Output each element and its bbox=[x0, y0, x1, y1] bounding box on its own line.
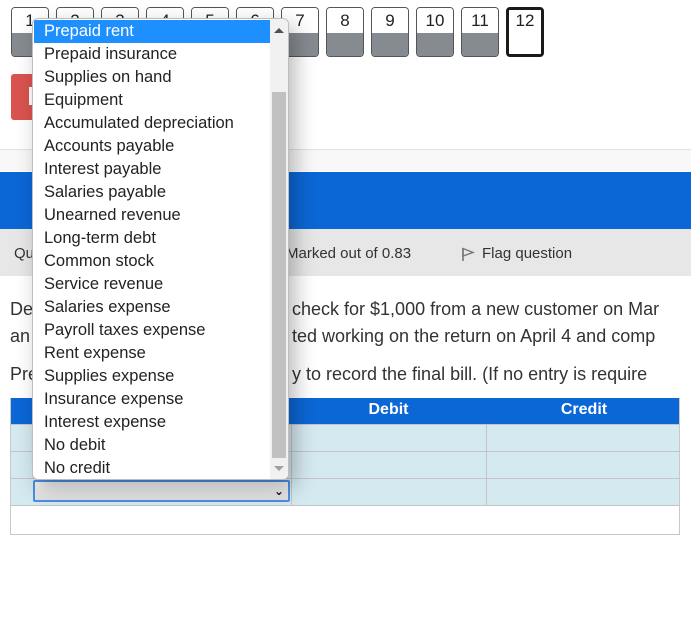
question-nav-button[interactable]: 11 bbox=[461, 7, 499, 57]
question-nav-button[interactable]: 10 bbox=[416, 7, 454, 57]
question-number: 9 bbox=[372, 8, 408, 33]
debit-cell[interactable] bbox=[291, 479, 486, 505]
account-cell: ⌄ bbox=[11, 479, 291, 505]
credit-cell[interactable] bbox=[486, 452, 681, 478]
question-text-fragment: an bbox=[10, 326, 31, 346]
dropdown-option[interactable]: Common stock bbox=[34, 250, 270, 273]
scrollbar-thumb[interactable] bbox=[272, 92, 286, 458]
question-nav-button[interactable]: 9 bbox=[371, 7, 409, 57]
dropdown-option[interactable]: Unearned revenue bbox=[34, 204, 270, 227]
dropdown-option[interactable]: Supplies expense bbox=[34, 365, 270, 388]
dropdown-option[interactable]: Prepaid rent bbox=[34, 20, 270, 43]
table-footer bbox=[11, 505, 679, 534]
dropdown-option[interactable]: Interest expense bbox=[34, 411, 270, 434]
question-text-fragment: check for $1,000 from a new customer on … bbox=[292, 299, 660, 319]
dropdown-option[interactable]: Insurance expense bbox=[34, 388, 270, 411]
dropdown-option[interactable]: Equipment bbox=[34, 89, 270, 112]
answered-indicator bbox=[327, 33, 363, 56]
dropdown-option[interactable]: Service revenue bbox=[34, 273, 270, 296]
question-number: 8 bbox=[327, 8, 363, 33]
marked-out-of: Marked out of 0.83 bbox=[286, 245, 412, 262]
debit-cell[interactable] bbox=[291, 452, 486, 478]
dropdown-option[interactable]: Accumulated depreciation bbox=[34, 112, 270, 135]
question-label: Qu bbox=[14, 245, 35, 262]
dropdown-option[interactable]: Salaries payable bbox=[34, 181, 270, 204]
answered-indicator bbox=[372, 33, 408, 56]
answered-indicator bbox=[509, 32, 541, 54]
question-text-fragment: y to record the final bill. (If no entry… bbox=[292, 364, 648, 384]
question-text-fragment: ted working on the return on April 4 and… bbox=[292, 326, 656, 346]
question-text-fragment: De bbox=[10, 299, 34, 319]
scroll-down-arrow-icon[interactable] bbox=[274, 466, 284, 471]
dropdown-option[interactable]: No debit bbox=[34, 434, 270, 457]
dropdown-option[interactable]: Supplies on hand bbox=[34, 66, 270, 89]
question-text-line-2: an ted working on the return on April 4 … bbox=[10, 326, 655, 347]
question-nav-button[interactable]: 12 bbox=[506, 7, 544, 57]
question-number: 12 bbox=[509, 10, 541, 32]
dropdown-option[interactable]: Prepaid insurance bbox=[34, 43, 270, 66]
account-dropdown-list[interactable]: Prepaid rent Prepaid insurance Supplies on… bbox=[32, 18, 289, 480]
credit-cell[interactable] bbox=[486, 425, 681, 451]
dropdown-option[interactable]: Rent expense bbox=[34, 342, 270, 365]
question-number: 11 bbox=[462, 8, 498, 33]
account-select[interactable]: ⌄ bbox=[33, 480, 290, 502]
answered-indicator bbox=[462, 33, 498, 56]
question-nav-button[interactable]: 8 bbox=[326, 7, 364, 57]
dropdown-option[interactable]: Salaries expense bbox=[34, 296, 270, 319]
dropdown-option[interactable]: No credit bbox=[34, 457, 270, 479]
dropdown-scrollbar[interactable] bbox=[270, 19, 288, 479]
credit-cell[interactable] bbox=[486, 479, 681, 505]
dropdown-options: Prepaid rent Prepaid insurance Supplies on… bbox=[34, 20, 270, 479]
flag-icon bbox=[462, 246, 475, 261]
debit-cell[interactable] bbox=[291, 425, 486, 451]
question-text-line-1: De check for $1,000 from a new customer … bbox=[10, 299, 659, 320]
scroll-up-arrow-icon[interactable] bbox=[274, 28, 284, 33]
dropdown-option[interactable]: Payroll taxes expense bbox=[34, 319, 270, 342]
debit-header: Debit bbox=[368, 401, 409, 418]
table-row: ⌄ bbox=[11, 478, 679, 505]
answered-indicator bbox=[417, 33, 453, 56]
dropdown-option[interactable]: Interest payable bbox=[34, 158, 270, 181]
credit-header: Credit bbox=[560, 401, 608, 418]
chevron-down-icon: ⌄ bbox=[273, 484, 284, 498]
question-number: 10 bbox=[417, 8, 453, 33]
flag-question-label: Flag question bbox=[482, 245, 573, 262]
dropdown-option[interactable]: Accounts payable bbox=[34, 135, 270, 158]
flag-question-button[interactable]: Flag question bbox=[460, 245, 572, 262]
dropdown-option[interactable]: Long-term debt bbox=[34, 227, 270, 250]
